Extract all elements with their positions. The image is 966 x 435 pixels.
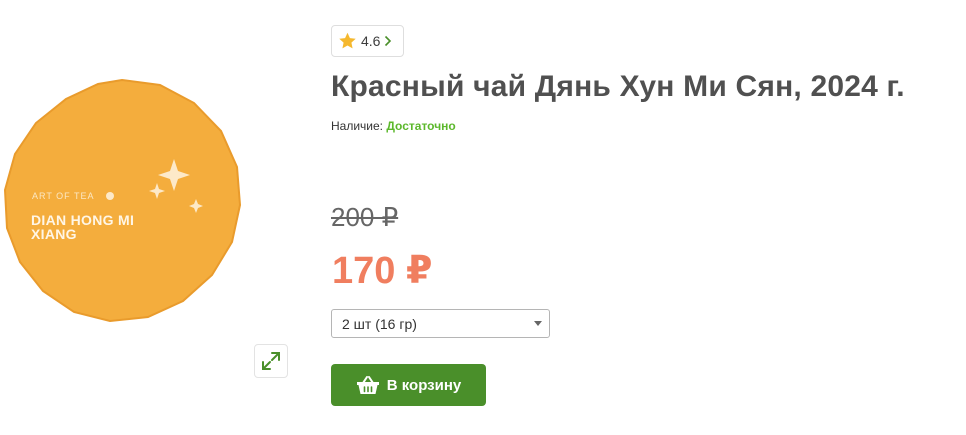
expand-icon bbox=[262, 352, 280, 370]
product-title: Красный чай Дянь Хун Ми Сян, 2024 г. bbox=[331, 70, 905, 103]
quantity-select-value: 2 шт (16 гр) bbox=[342, 315, 417, 332]
product-image[interactable]: ART OF TEA DIAN HONG MI XIANG bbox=[4, 79, 241, 322]
chevron-right-icon bbox=[385, 35, 392, 47]
availability-status: Достаточно bbox=[386, 119, 456, 133]
add-to-cart-button[interactable]: В корзину bbox=[331, 364, 486, 406]
old-price: 200 ₽ bbox=[331, 202, 399, 232]
package-brand: ART OF TEA bbox=[32, 191, 95, 201]
rating-badge[interactable]: 4.6 bbox=[331, 25, 404, 57]
quantity-select[interactable]: 2 шт (16 гр) bbox=[331, 309, 550, 338]
availability: Наличие: Достаточно bbox=[331, 119, 456, 133]
add-to-cart-label: В корзину bbox=[386, 376, 462, 394]
package-name: DIAN HONG MI XIANG bbox=[31, 212, 135, 242]
rating-value: 4.6 bbox=[361, 33, 381, 49]
star-icon bbox=[339, 32, 356, 49]
availability-label: Наличие: bbox=[331, 119, 384, 133]
basket-icon bbox=[356, 376, 379, 394]
expand-image-button[interactable] bbox=[254, 344, 288, 378]
chevron-down-icon bbox=[534, 321, 542, 326]
current-price: 170 ₽ bbox=[332, 250, 433, 292]
